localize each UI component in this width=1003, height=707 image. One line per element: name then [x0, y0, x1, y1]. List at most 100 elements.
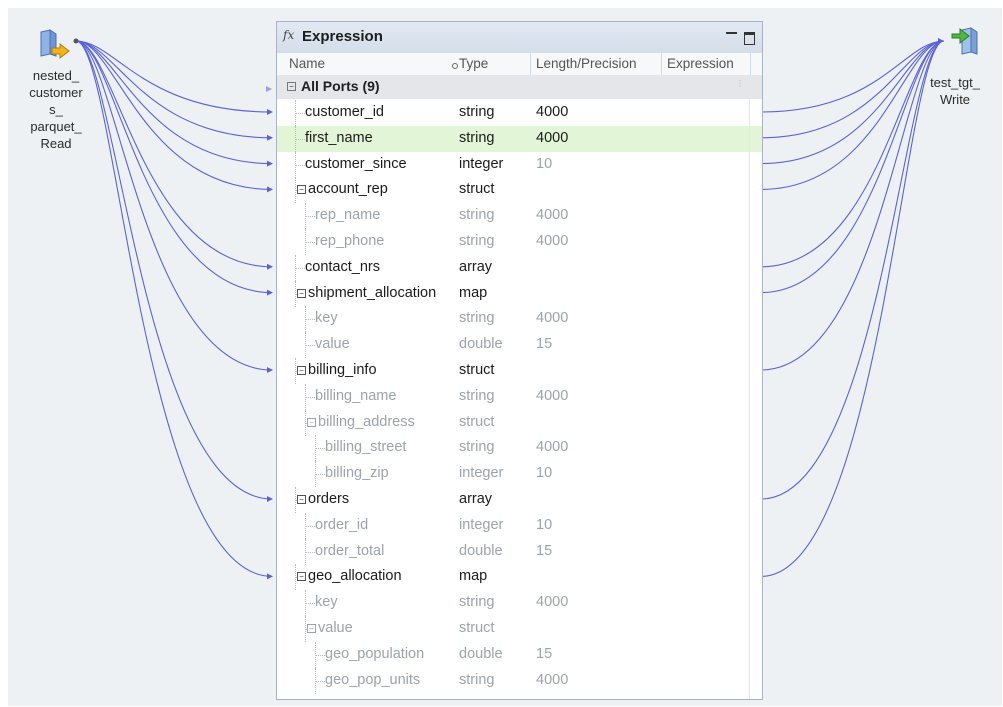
port-type: double: [459, 645, 503, 662]
all-ports-group[interactable]: − All Ports (9) ⋮: [277, 75, 762, 99]
tree-connector: [305, 229, 306, 255]
tree-connector: [305, 306, 306, 333]
port-name: order_id: [315, 516, 369, 533]
port-name: geo_pop_units: [325, 671, 421, 688]
tree-connector: [295, 280, 296, 307]
expand-collapse-icon[interactable]: −: [297, 495, 306, 504]
port-name: billing_street: [325, 439, 407, 456]
port-length: 15: [536, 645, 553, 662]
port-name: customer_id: [305, 104, 384, 120]
port-row[interactable]: − account_rep struct: [277, 177, 762, 204]
port-length: 4000: [536, 387, 569, 404]
target-write-icon[interactable]: [948, 24, 986, 56]
tree-connector: [295, 125, 296, 152]
port-length: 4000: [536, 129, 569, 146]
port-row[interactable]: − geo_allocation map: [277, 564, 762, 591]
tree-connector: [315, 641, 316, 668]
column-length-header[interactable]: Length/Precision: [536, 56, 637, 71]
tree-connector: [295, 177, 296, 204]
port-name: contact_nrs: [305, 258, 380, 275]
port-name: key: [315, 594, 338, 611]
port-row[interactable]: billing_zip integer 10: [277, 461, 762, 488]
port-row[interactable]: key string 4000: [277, 306, 762, 333]
source-node-label: nested_ customer s_ parquet_ Read: [29, 68, 83, 151]
port-row[interactable]: geo_pop_units string 4000: [277, 667, 762, 694]
port-type: string: [459, 207, 495, 224]
port-type: string: [459, 233, 495, 249]
port-row[interactable]: billing_street string 4000: [277, 435, 762, 462]
port-row[interactable]: contact_nrs array: [277, 254, 762, 281]
expand-collapse-icon[interactable]: −: [297, 288, 306, 298]
port-name: geo_allocation: [308, 568, 402, 585]
port-length: 4000: [536, 439, 569, 456]
port-row[interactable]: − shipment_allocation map: [277, 280, 762, 307]
port-type: string: [459, 671, 495, 688]
port-name: order_total: [315, 542, 385, 559]
collapse-icon[interactable]: −: [287, 82, 296, 91]
tree-connector: [295, 138, 305, 140]
port-type: integer: [459, 155, 504, 172]
column-header: Name Type Length/Precision Expression: [277, 53, 762, 76]
group-label: All Ports (9): [301, 78, 380, 94]
port-row[interactable]: − value struct: [277, 616, 762, 642]
fx-icon: fx: [283, 28, 295, 42]
tree-connector: [315, 654, 325, 656]
port-row[interactable]: rep_phone string 4000: [277, 229, 762, 255]
port-type: struct: [459, 181, 495, 198]
port-name: geo_population: [325, 645, 425, 662]
port-length: 15: [536, 336, 553, 353]
tree-connector: [305, 603, 315, 605]
expand-collapse-icon[interactable]: −: [297, 185, 306, 195]
port-name: shipment_allocation: [308, 284, 437, 301]
tree-connector: [295, 113, 305, 114]
tree-connector: [295, 164, 305, 166]
expand-collapse-icon[interactable]: −: [307, 624, 316, 633]
tree-connector: [305, 319, 315, 321]
port-type: string: [459, 439, 495, 456]
port-length: 15: [536, 542, 553, 559]
panel-title-bar[interactable]: fx Expression: [277, 22, 762, 54]
tree-connector: [315, 448, 325, 450]
port-type: struct: [459, 362, 495, 378]
tree-connector: [305, 383, 306, 410]
column-expression-header[interactable]: Expression: [667, 56, 734, 71]
expand-collapse-icon[interactable]: −: [297, 572, 306, 582]
panel-right-edge: [749, 75, 762, 699]
port-row[interactable]: order_total double 15: [277, 538, 762, 565]
tree-connector: [305, 590, 306, 617]
port-type: integer: [459, 516, 504, 533]
port-row[interactable]: key string 4000: [277, 590, 762, 617]
source-read-icon[interactable]: [38, 28, 76, 60]
port-row[interactable]: billing_name string 4000: [277, 383, 762, 410]
tree-connector: [295, 151, 296, 178]
panel-title: Expression: [302, 28, 383, 45]
port-row[interactable]: first_name string 4000: [277, 125, 762, 152]
port-length: 10: [536, 155, 553, 172]
tree-connector: [305, 396, 315, 398]
expand-collapse-icon[interactable]: −: [307, 417, 316, 427]
port-type: struct: [459, 413, 495, 430]
port-row[interactable]: value double 15: [277, 332, 762, 359]
port-row[interactable]: − billing_info struct: [277, 358, 762, 384]
port-row[interactable]: customer_since integer 10: [277, 151, 762, 178]
maximize-button[interactable]: [744, 32, 755, 45]
port-row[interactable]: rep_name string 4000: [277, 203, 762, 230]
column-type-header[interactable]: Type: [459, 56, 488, 71]
port-length: 4000: [536, 233, 569, 249]
port-name: customer_since: [305, 155, 407, 172]
port-row[interactable]: − billing_address struct: [277, 409, 762, 436]
port-type: double: [459, 336, 503, 353]
port-row[interactable]: geo_population double 15: [277, 641, 762, 668]
port-row[interactable]: order_id integer 10: [277, 512, 762, 539]
port-name: key: [315, 310, 338, 327]
port-row[interactable]: − orders array: [277, 487, 762, 513]
port-type: array: [459, 258, 493, 275]
tree-connector: [305, 242, 315, 243]
port-name: billing_info: [308, 362, 377, 378]
port-row[interactable]: customer_id string 4000: [277, 100, 762, 126]
expression-panel[interactable]: fx Expression Name Type Length/Precision…: [276, 21, 763, 700]
port-type: string: [459, 129, 495, 146]
column-name-header[interactable]: Name: [289, 56, 325, 71]
expand-collapse-icon[interactable]: −: [297, 366, 306, 375]
minimize-button[interactable]: [726, 26, 738, 40]
